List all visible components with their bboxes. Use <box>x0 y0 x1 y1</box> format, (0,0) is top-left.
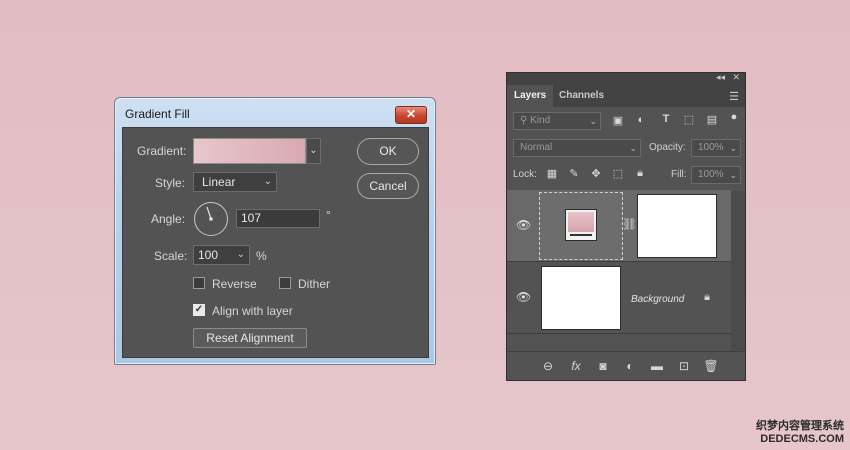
adjustment-icon[interactable]: ◐ <box>622 359 638 373</box>
dialog-title: Gradient Fill <box>125 107 190 121</box>
angle-input[interactable]: 107 <box>236 209 320 228</box>
opacity-label: Opacity: <box>649 142 686 153</box>
gradient-bar <box>570 234 592 236</box>
gradient-label: Gradient: <box>137 144 187 158</box>
lock-artboard-icon[interactable]: ⬚ <box>611 167 625 180</box>
panel-tabs: Layers Channels ☰ <box>507 85 745 107</box>
style-select[interactable]: Linear ⌄ <box>193 172 277 192</box>
trash-icon[interactable]: 🗑︎ <box>703 359 719 373</box>
lock-icon: 🔒︎ <box>704 291 710 303</box>
gradient-picker-chevron-icon[interactable]: ⌄ <box>306 138 321 164</box>
lock-transparent-icon[interactable]: ▦ <box>545 167 559 180</box>
background-thumbnail[interactable] <box>541 266 621 330</box>
fill-input[interactable]: 100% ⌄ <box>691 166 741 184</box>
scale-unit: % <box>256 249 267 263</box>
layer-name: Background <box>631 294 685 305</box>
chevron-down-icon[interactable]: ⌄ <box>237 246 245 264</box>
kind-filter-select[interactable]: ⚲ Kind ⌄ <box>513 112 601 130</box>
eye-icon[interactable]: 👁︎ <box>516 218 531 232</box>
shape-filter-icon[interactable]: ⬚ <box>682 113 696 126</box>
opacity-value: 100% <box>698 142 724 153</box>
watermark-line-1: 织梦内容管理系统 <box>756 420 844 432</box>
chain-link-icon[interactable]: ⛓︎ <box>622 217 637 231</box>
eye-icon[interactable]: 👁︎ <box>516 290 531 304</box>
chevron-down-icon: ⌄ <box>629 143 637 153</box>
folder-icon[interactable]: ▬ <box>649 359 665 373</box>
layers-panel: ◂◂ ✕ Layers Channels ☰ ⚲ Kind ⌄ ▣ ◐ T ⬚ … <box>506 72 746 381</box>
tab-channels[interactable]: Channels <box>552 85 611 107</box>
gradient-fill-dialog: Gradient Fill ✕ Gradient: ⌄ OK Cancel St… <box>114 97 436 365</box>
adjustment-filter-icon[interactable]: ◐ <box>634 114 648 126</box>
scale-label: Scale: <box>154 249 188 263</box>
pixel-filter-icon[interactable]: ▣ <box>611 114 625 127</box>
style-label: Style: <box>155 176 186 190</box>
align-with-layer-label: Align with layer <box>212 304 293 318</box>
lock-image-icon[interactable]: ✎ <box>567 167 581 180</box>
chevron-down-icon: ⌄ <box>589 116 597 126</box>
scale-input[interactable]: 100 ⌄ <box>193 245 250 265</box>
fill-value: 100% <box>698 169 724 180</box>
gradient-fill-icon <box>565 209 597 241</box>
blend-mode-select[interactable]: Normal ⌄ <box>513 139 641 157</box>
tab-layers[interactable]: Layers <box>507 85 554 107</box>
watermark: 织梦内容管理系统 DEDECMS.COM <box>756 420 844 446</box>
smart-object-filter-icon[interactable]: ▤ <box>705 113 719 126</box>
close-icon[interactable]: ✕ <box>732 72 740 83</box>
panel-menu-icon[interactable]: ☰ <box>729 90 739 103</box>
blend-mode-value: Normal <box>520 142 553 153</box>
type-filter-icon[interactable]: T <box>659 113 673 125</box>
dialog-body: Gradient: ⌄ OK Cancel Style: Linear ⌄ An… <box>122 127 429 358</box>
lock-label: Lock: <box>513 169 537 180</box>
lock-all-icon[interactable]: 🔒︎ <box>633 167 647 180</box>
cancel-button[interactable]: Cancel <box>357 173 419 199</box>
gradient-swatch[interactable] <box>193 138 306 164</box>
dither-label: Dither <box>298 277 331 291</box>
opacity-input[interactable]: 100% ⌄ <box>691 139 741 157</box>
fill-label: Fill: <box>671 169 687 180</box>
search-icon: ⚲ <box>520 115 531 126</box>
chevron-down-icon: ⌄ <box>263 176 272 187</box>
chevron-down-icon: ⌄ <box>729 170 737 180</box>
reset-alignment-button[interactable]: Reset Alignment <box>193 328 307 348</box>
layers-scrollbar[interactable] <box>731 191 745 351</box>
scale-value: 100 <box>198 248 219 262</box>
angle-label: Angle: <box>151 212 186 226</box>
link-icon[interactable]: ⊖ <box>540 359 556 373</box>
watermark-line-2: DEDECMS.COM <box>760 433 844 445</box>
mask-icon[interactable]: ◙ <box>595 359 611 373</box>
layer-row-gradient-fill[interactable]: 👁︎ ⛓︎ <box>507 190 731 262</box>
gradient-fill-thumbnail[interactable] <box>539 192 623 260</box>
collapse-icon[interactable]: ◂◂ <box>716 72 725 83</box>
reverse-label: Reverse <box>212 277 257 291</box>
filter-toggle-icon[interactable]: ● <box>729 111 739 123</box>
fx-icon[interactable]: fx <box>568 359 584 373</box>
align-with-layer-checkbox[interactable]: ✓ <box>193 304 205 316</box>
kind-filter-value: Kind <box>530 115 551 126</box>
angle-unit: ° <box>326 208 331 222</box>
layer-row-background[interactable]: 👁︎ Background 🔒︎ <box>507 262 731 334</box>
lock-position-icon[interactable]: ✥ <box>589 167 603 180</box>
angle-needle-icon <box>206 206 213 221</box>
close-button[interactable]: ✕ <box>395 106 427 124</box>
chevron-down-icon: ⌄ <box>729 143 737 153</box>
dither-checkbox[interactable] <box>279 277 291 289</box>
gradient-preview <box>568 212 594 232</box>
layer-mask-thumbnail[interactable] <box>637 194 717 258</box>
ok-button[interactable]: OK <box>357 138 419 165</box>
style-select-value: Linear <box>202 175 236 189</box>
new-layer-icon[interactable]: ⊡ <box>676 359 692 373</box>
reverse-checkbox[interactable] <box>193 277 205 289</box>
panel-topbar: ◂◂ ✕ <box>507 72 745 85</box>
angle-dial[interactable] <box>194 202 228 236</box>
layers-footer: ⊖ fx ◙ ◐ ▬ ⊡ 🗑︎ <box>507 351 745 380</box>
